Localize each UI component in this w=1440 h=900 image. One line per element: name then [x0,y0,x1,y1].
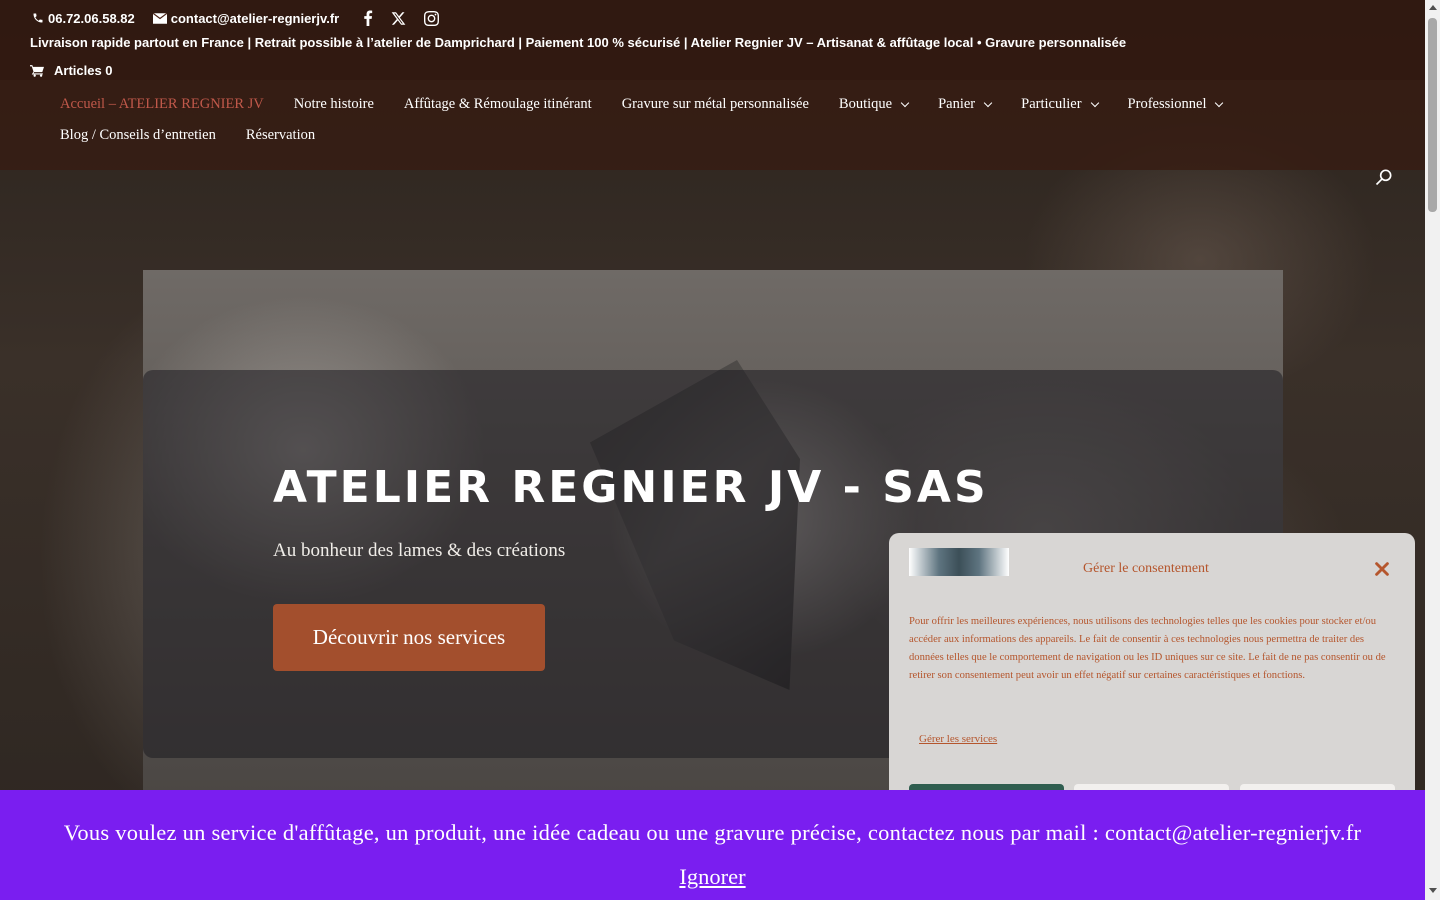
nav-item-panier[interactable]: Panier [938,96,993,113]
nav-row-2: Blog / Conseils d’entretien Réservation [60,127,1360,144]
hero-title: ATELIER REGNIER JV - SAS [273,462,989,513]
phone-number: 06.72.06.58.82 [48,10,135,26]
banner-message: Vous voulez un service d'affûtage, un pr… [63,820,1362,845]
nav-label: Affûtage & Rémoulage itinérant [403,96,592,112]
cart-label: Articles 0 [54,63,113,78]
nav-label: Panier [938,96,976,112]
x-icon[interactable] [391,11,406,26]
nav-label: Professionnel [1127,96,1207,112]
chevron-down-icon [983,98,993,107]
scrollbar-thumb[interactable] [1428,18,1437,212]
nav-item-boutique[interactable]: Boutique [838,96,910,113]
chevron-down-icon [1215,98,1224,107]
nav-item-notre-histoire[interactable]: Notre histoire [294,96,374,113]
manage-services-link[interactable]: Gérer les services [919,733,997,745]
nav-item-professionnel[interactable]: Professionnel [1127,96,1224,113]
nav-item-reservation[interactable]: Réservation [246,127,315,144]
nav-label: Réservation [245,127,316,143]
scroll-down-arrow-icon[interactable] [1429,888,1437,893]
nav-label: Boutique [838,96,893,112]
discover-services-button[interactable]: Découvrir nos services [273,604,545,671]
site-logo [909,548,1009,576]
site-header: 06.72.06.58.82 contact@atelier-regnierjv… [0,0,1425,170]
promo-ticker: Livraison rapide partout en France | Ret… [30,35,1127,50]
nav-item-accueil[interactable]: Accueil – ATELIER REGNIER JV [60,96,264,113]
shopping-cart-icon [30,64,44,77]
contact-bar: 06.72.06.58.82 contact@atelier-regnierjv… [32,10,440,26]
social-links [363,10,440,26]
nav-label: Notre histoire [293,96,374,112]
hero-subtitle: Au bonheur des lames & des créations [273,540,566,561]
facebook-icon[interactable] [363,10,373,26]
scroll-up-arrow-icon[interactable] [1429,5,1437,10]
main-navigation: Accueil – ATELIER REGNIER JV Notre histo… [60,96,1360,144]
envelope-icon [152,12,167,24]
search-icon[interactable] [1374,167,1394,187]
cookie-title: Gérer le consentement [1083,561,1209,576]
nav-item-particulier[interactable]: Particulier [1021,96,1099,113]
nav-label: Blog / Conseils d’entretien [60,127,216,143]
nav-label: Gravure sur métal personnalisée [621,96,809,112]
page-scrollbar[interactable] [1425,0,1440,900]
phone-link[interactable]: 06.72.06.58.82 [32,11,135,26]
instagram-icon[interactable] [424,10,440,26]
nav-item-blog[interactable]: Blog / Conseils d’entretien [60,127,216,144]
nav-item-affutage[interactable]: Affûtage & Rémoulage itinérant [404,96,592,113]
cookie-consent-panel: Gérer le consentement Pour offrir les me… [889,533,1415,813]
nav-row-1: Accueil – ATELIER REGNIER JV Notre histo… [60,96,1360,113]
notice-banner: Vous voulez un service d'affûtage, un pr… [0,790,1425,900]
nav-label: Particulier [1021,96,1082,112]
nav-item-gravure[interactable]: Gravure sur métal personnalisée [622,96,809,113]
close-icon[interactable] [1373,560,1391,578]
chevron-down-icon [1090,98,1099,107]
dismiss-banner-link[interactable]: Ignorer [0,864,1425,890]
phone-icon [33,13,43,23]
email-address: contact@atelier-regnierjv.fr [170,10,340,26]
email-link[interactable]: contact@atelier-regnierjv.fr [152,10,340,26]
nav-label: Accueil – ATELIER REGNIER JV [60,96,264,112]
chevron-down-icon [900,98,910,107]
cart-link[interactable]: Articles 0 [30,63,113,78]
cookie-description: Pour offrir les meilleures expériences, … [909,616,1386,681]
